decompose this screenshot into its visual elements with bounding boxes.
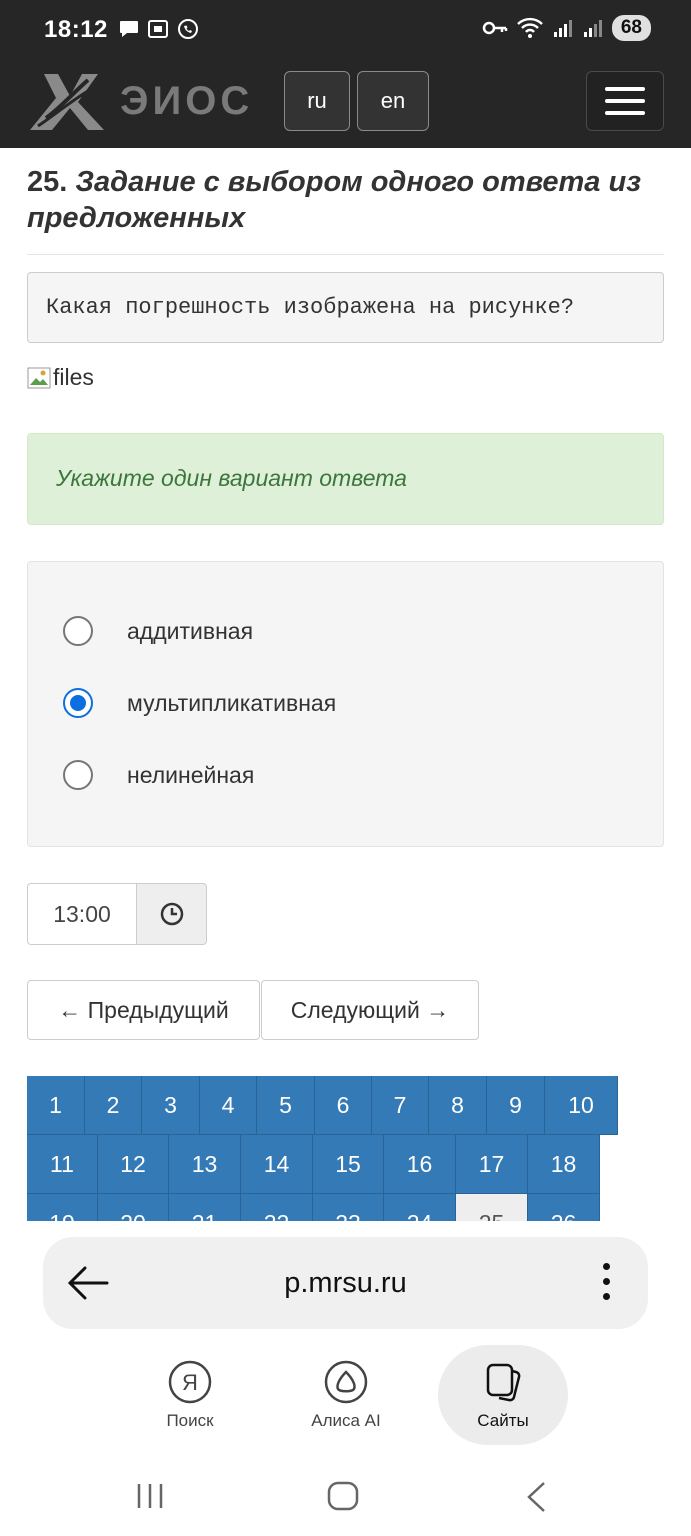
back-icon[interactable] — [522, 1480, 550, 1519]
svg-text:Я: Я — [182, 1370, 198, 1395]
question-text: Какая погрешность изображена на рисунке? — [27, 272, 664, 343]
status-time: 18:12 — [44, 16, 108, 43]
hamburger-icon-line — [605, 99, 645, 103]
yandex-icon: Я — [168, 1360, 212, 1404]
pager-item[interactable]: 23 — [313, 1194, 384, 1221]
logo[interactable]: ЭИОС — [26, 68, 253, 134]
key-icon — [482, 21, 508, 35]
question-image: files — [27, 364, 94, 391]
pager-item[interactable]: 7 — [372, 1076, 429, 1135]
pager-item[interactable]: 17 — [456, 1135, 528, 1194]
pager-item[interactable]: 1 — [27, 1076, 85, 1135]
recent-apps-icon[interactable] — [134, 1480, 166, 1517]
logo-text: ЭИОС — [120, 78, 254, 123]
browser-bottom-tabs: Я Поиск Алиса AI Сайты — [0, 1345, 691, 1445]
logo-icon — [30, 74, 104, 130]
timer: 13:00 — [27, 883, 207, 945]
option-label: аддитивная — [127, 617, 254, 644]
signal-icon — [553, 20, 572, 37]
pager-item[interactable]: 4 — [200, 1076, 257, 1135]
message-icon — [120, 21, 138, 37]
hamburger-icon — [605, 87, 645, 91]
pager-item[interactable]: 13 — [169, 1135, 241, 1194]
previous-button[interactable]: ← Предыдущий — [27, 980, 260, 1040]
radio-button[interactable] — [63, 616, 93, 646]
pager-item[interactable]: 22 — [241, 1194, 313, 1221]
wifi-icon — [517, 17, 543, 38]
pager-item[interactable]: 14 — [241, 1135, 313, 1194]
radio-button-selected[interactable] — [63, 688, 93, 718]
option-additive[interactable]: аддитивная — [63, 616, 253, 646]
clock-icon — [160, 902, 183, 926]
browser-url-bar[interactable]: p.mrsu.ru — [43, 1237, 648, 1329]
pager-item[interactable]: 20 — [98, 1194, 169, 1221]
tab-label: Поиск — [166, 1411, 214, 1430]
pager-item[interactable]: 3 — [142, 1076, 200, 1135]
whatsapp-icon — [178, 19, 198, 39]
more-vert-icon[interactable] — [603, 1263, 610, 1300]
divider — [27, 254, 664, 255]
tab-label: Алиса AI — [311, 1411, 381, 1430]
pager-item[interactable]: 16 — [384, 1135, 456, 1194]
option-label: нелинейная — [127, 761, 255, 788]
tab-label: Сайты — [477, 1411, 529, 1430]
option-multiplicative[interactable]: мультипликативная — [63, 688, 336, 718]
tab-alice[interactable]: Алиса AI — [281, 1345, 411, 1445]
language-ru-button[interactable]: ru — [284, 71, 350, 131]
pager-item[interactable]: 12 — [98, 1135, 169, 1194]
question-pager: 1 2 3 4 5 6 7 8 9 10 11 12 13 14 15 16 1… — [27, 1076, 647, 1221]
pager-item[interactable]: 24 — [384, 1194, 456, 1221]
pager-item[interactable]: 10 — [545, 1076, 618, 1135]
pager-item[interactable]: 19 — [27, 1194, 98, 1221]
tab-search[interactable]: Я Поиск — [125, 1345, 255, 1445]
pager-item[interactable]: 9 — [487, 1076, 545, 1135]
task-title: 25. Задание с выбором одного ответа из п… — [27, 164, 667, 236]
pager-item[interactable]: 5 — [257, 1076, 315, 1135]
pager-item[interactable]: 6 — [315, 1076, 372, 1135]
task-title-text: Задание с выбором одного ответа из предл… — [27, 166, 642, 234]
pager-item[interactable]: 8 — [429, 1076, 487, 1135]
pager-item[interactable]: 2 — [85, 1076, 142, 1135]
pager-item[interactable]: 11 — [27, 1135, 98, 1194]
alice-icon — [324, 1360, 368, 1404]
app-header: ЭИОС ru en — [0, 62, 691, 148]
tab-sites[interactable]: Сайты — [438, 1345, 568, 1445]
battery-level: 68 — [611, 15, 651, 41]
url-text[interactable]: p.mrsu.ru — [43, 1267, 648, 1300]
sites-icon — [486, 1363, 521, 1402]
pager-item-current[interactable]: 25 — [456, 1194, 528, 1221]
timer-addon — [137, 883, 207, 945]
language-en-button[interactable]: en — [357, 71, 429, 131]
pager-item[interactable]: 18 — [528, 1135, 600, 1194]
answer-options: аддитивная мультипликативная нелинейная — [27, 561, 664, 847]
status-bar: 18:12 68 — [0, 0, 691, 62]
instruction-alert: Укажите один вариант ответа — [27, 433, 664, 525]
hamburger-menu-button[interactable] — [586, 71, 664, 131]
next-button[interactable]: Следующий → — [261, 980, 479, 1040]
option-label: мультипликативная — [127, 689, 337, 716]
broken-image-icon — [27, 365, 53, 391]
pager-item[interactable]: 15 — [313, 1135, 384, 1194]
screenshot-icon — [148, 20, 168, 38]
task-number: 25. — [27, 166, 68, 198]
timer-value: 13:00 — [27, 883, 137, 945]
status-left-icons — [118, 17, 200, 41]
hamburger-icon-line — [605, 111, 645, 115]
option-nonlinear[interactable]: нелинейная — [63, 760, 254, 790]
pager-item[interactable]: 26 — [528, 1194, 600, 1221]
image-alt-text: files — [53, 364, 94, 390]
signal-icon — [583, 20, 602, 37]
status-right-icons: 68 — [482, 15, 651, 41]
system-navigation-bar — [0, 1462, 691, 1536]
pager-item[interactable]: 21 — [169, 1194, 241, 1221]
radio-button[interactable] — [63, 760, 93, 790]
home-icon[interactable] — [326, 1480, 360, 1517]
